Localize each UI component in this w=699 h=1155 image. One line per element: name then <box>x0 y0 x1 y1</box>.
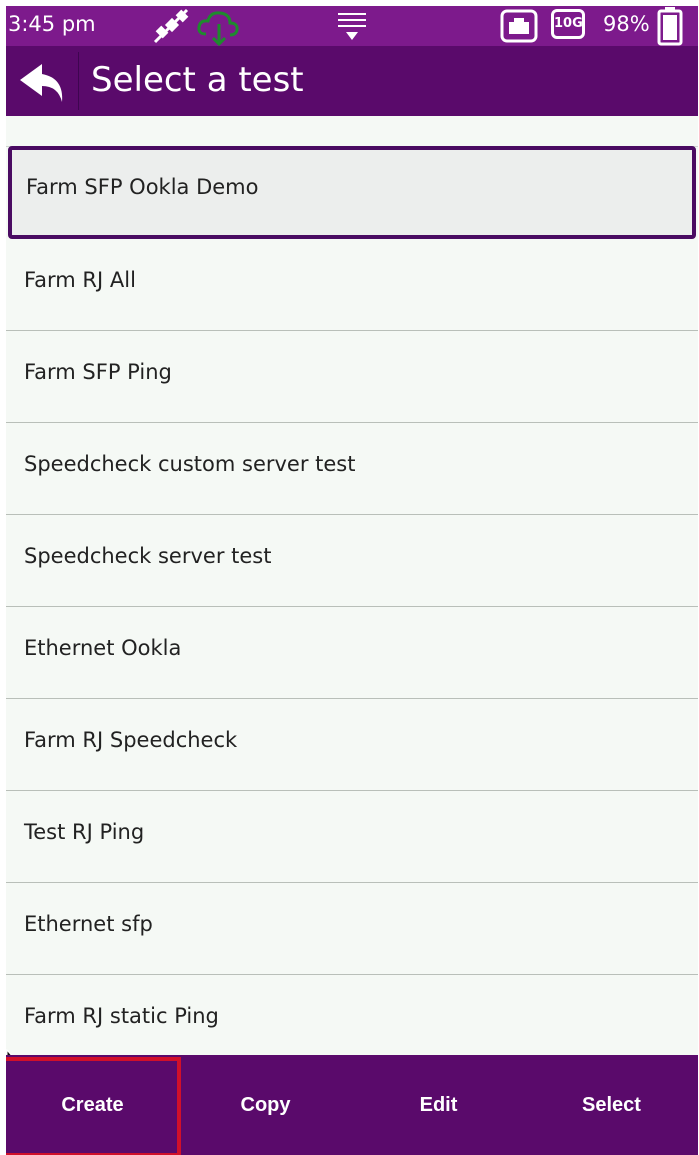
copy-button-label: Copy <box>240 1094 291 1116</box>
battery-icon <box>657 7 683 46</box>
test-list-item[interactable]: Ethernet sfp <box>6 883 698 975</box>
create-button-label: Create <box>61 1094 124 1116</box>
test-list-item[interactable]: Speedcheck custom server test <box>6 423 698 515</box>
test-label: Ethernet Ookla <box>24 636 182 660</box>
test-label: Test RJ Ping <box>24 820 145 844</box>
notification-tray-icon <box>338 13 366 40</box>
back-button[interactable] <box>6 46 78 116</box>
test-list-item[interactable]: Speedcheck server test <box>6 515 698 607</box>
test-label: Farm RJ Speedcheck <box>24 728 238 752</box>
app-header: Select a test <box>6 46 698 116</box>
test-label: Speedcheck server test <box>24 544 272 568</box>
test-list-item[interactable]: Farm RJ All <box>6 239 698 331</box>
page-title: Select a test <box>91 60 304 100</box>
copy-button[interactable]: Copy <box>179 1055 352 1155</box>
test-list[interactable]: Farm SFP Ookla Demo Farm RJ All Farm SFP… <box>6 116 698 1056</box>
status-bar: 3:45 pm 10G 98% <box>6 6 698 46</box>
test-label: Farm RJ static Ping <box>24 1004 219 1028</box>
test-list-item[interactable]: Farm RJ Speedcheck <box>6 699 698 791</box>
test-list-item[interactable]: Test RJ Ping <box>6 791 698 883</box>
test-label: Farm RJ All <box>24 268 136 292</box>
test-label: Farm SFP Ookla Demo <box>26 175 259 199</box>
header-divider <box>78 52 79 110</box>
battery-percent: 98% <box>603 12 650 36</box>
select-button-label: Select <box>582 1094 641 1116</box>
edit-button[interactable]: Edit <box>352 1055 525 1155</box>
device-screen: 3:45 pm 10G 98% Select a test Farm SFP O… <box>6 6 698 1155</box>
test-list-item-selected[interactable]: Farm SFP Ookla Demo <box>8 146 696 239</box>
test-label: Farm SFP Ping <box>24 360 172 384</box>
test-list-item[interactable]: Ethernet Ookla <box>6 607 698 699</box>
speed-10g-label: 10G <box>554 16 583 31</box>
test-list-item[interactable]: Farm SFP Ping <box>6 331 698 423</box>
edit-button-label: Edit <box>419 1094 458 1116</box>
back-arrow-icon <box>20 64 63 102</box>
bottom-action-bar: Create Copy Edit Select <box>6 1055 698 1155</box>
gps-satellite-icon <box>153 8 189 44</box>
status-time: 3:45 pm <box>8 12 96 36</box>
speed-10g-badge: 10G <box>551 9 585 39</box>
create-button[interactable]: Create <box>6 1055 181 1155</box>
cloud-download-icon <box>197 11 239 46</box>
ethernet-port-icon <box>500 9 538 43</box>
test-label: Ethernet sfp <box>24 912 153 936</box>
test-list-item[interactable]: Farm RJ static Ping <box>6 975 698 1056</box>
select-button[interactable]: Select <box>525 1055 698 1155</box>
test-label: Speedcheck custom server test <box>24 452 356 476</box>
